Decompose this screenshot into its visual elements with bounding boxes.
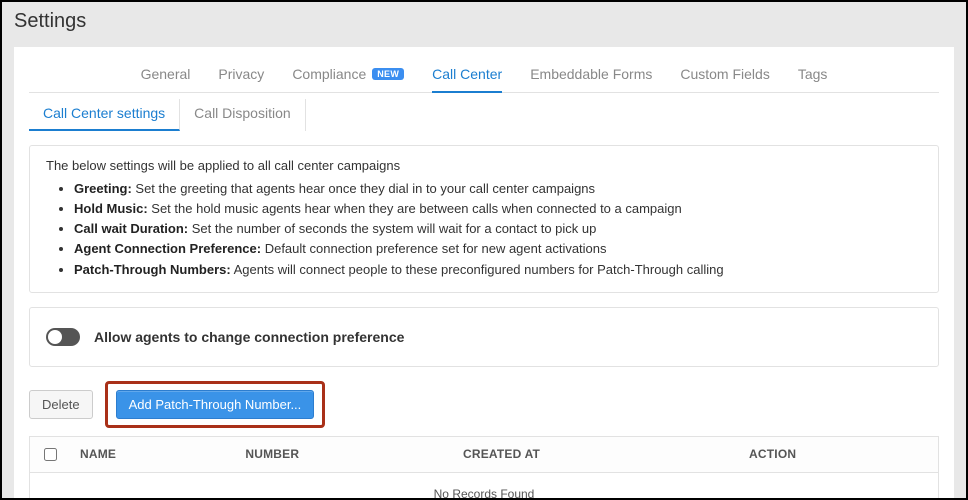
toggle-box: Allow agents to change connection prefer…: [29, 307, 939, 367]
tab-compliance-label: Compliance: [292, 66, 366, 82]
tab-custom-fields[interactable]: Custom Fields: [680, 66, 769, 82]
info-item: Hold Music: Set the hold music agents he…: [74, 199, 922, 219]
info-intro: The below settings will be applied to al…: [46, 158, 922, 173]
subtab-call-center-settings[interactable]: Call Center settings: [29, 99, 180, 131]
sub-tabs: Call Center settings Call Disposition: [29, 93, 939, 131]
tab-general[interactable]: General: [141, 66, 191, 82]
col-select-all: [30, 436, 71, 472]
subtab-call-disposition[interactable]: Call Disposition: [180, 99, 305, 131]
info-item: Greeting: Set the greeting that agents h…: [74, 179, 922, 199]
col-number: NUMBER: [235, 436, 453, 472]
info-box: The below settings will be applied to al…: [29, 145, 939, 293]
patch-through-table: NAME NUMBER CREATED AT ACTION No Records…: [29, 436, 939, 500]
tab-embeddable-forms[interactable]: Embeddable Forms: [530, 66, 652, 82]
add-patch-through-number-button[interactable]: Add Patch-Through Number...: [116, 390, 315, 419]
info-item: Agent Connection Preference: Default con…: [74, 239, 922, 259]
tab-compliance[interactable]: Compliance NEW: [292, 66, 404, 82]
info-item: Patch-Through Numbers: Agents will conne…: [74, 260, 922, 280]
tab-tags[interactable]: Tags: [798, 66, 828, 82]
tab-privacy[interactable]: Privacy: [218, 66, 264, 82]
app-frame: Settings General Privacy Compliance NEW …: [0, 0, 968, 500]
col-name: NAME: [70, 436, 235, 472]
allow-agents-toggle[interactable]: [46, 328, 80, 346]
col-created-at: CREATED AT: [453, 436, 739, 472]
tab-call-center[interactable]: Call Center: [432, 66, 502, 82]
highlight-annotation: Add Patch-Through Number...: [105, 381, 326, 428]
col-action: ACTION: [739, 436, 938, 472]
table-empty-row: No Records Found: [30, 472, 939, 500]
new-badge: NEW: [372, 68, 404, 80]
settings-card: General Privacy Compliance NEW Call Cent…: [14, 47, 954, 500]
info-item: Call wait Duration: Set the number of se…: [74, 219, 922, 239]
info-list: Greeting: Set the greeting that agents h…: [46, 179, 922, 280]
select-all-checkbox[interactable]: [44, 448, 57, 461]
allow-agents-toggle-label: Allow agents to change connection prefer…: [94, 329, 404, 345]
delete-button[interactable]: Delete: [29, 390, 93, 419]
page-title: Settings: [2, 2, 966, 39]
top-tabs: General Privacy Compliance NEW Call Cent…: [29, 48, 939, 93]
actions-row: Delete Add Patch-Through Number...: [29, 381, 939, 428]
